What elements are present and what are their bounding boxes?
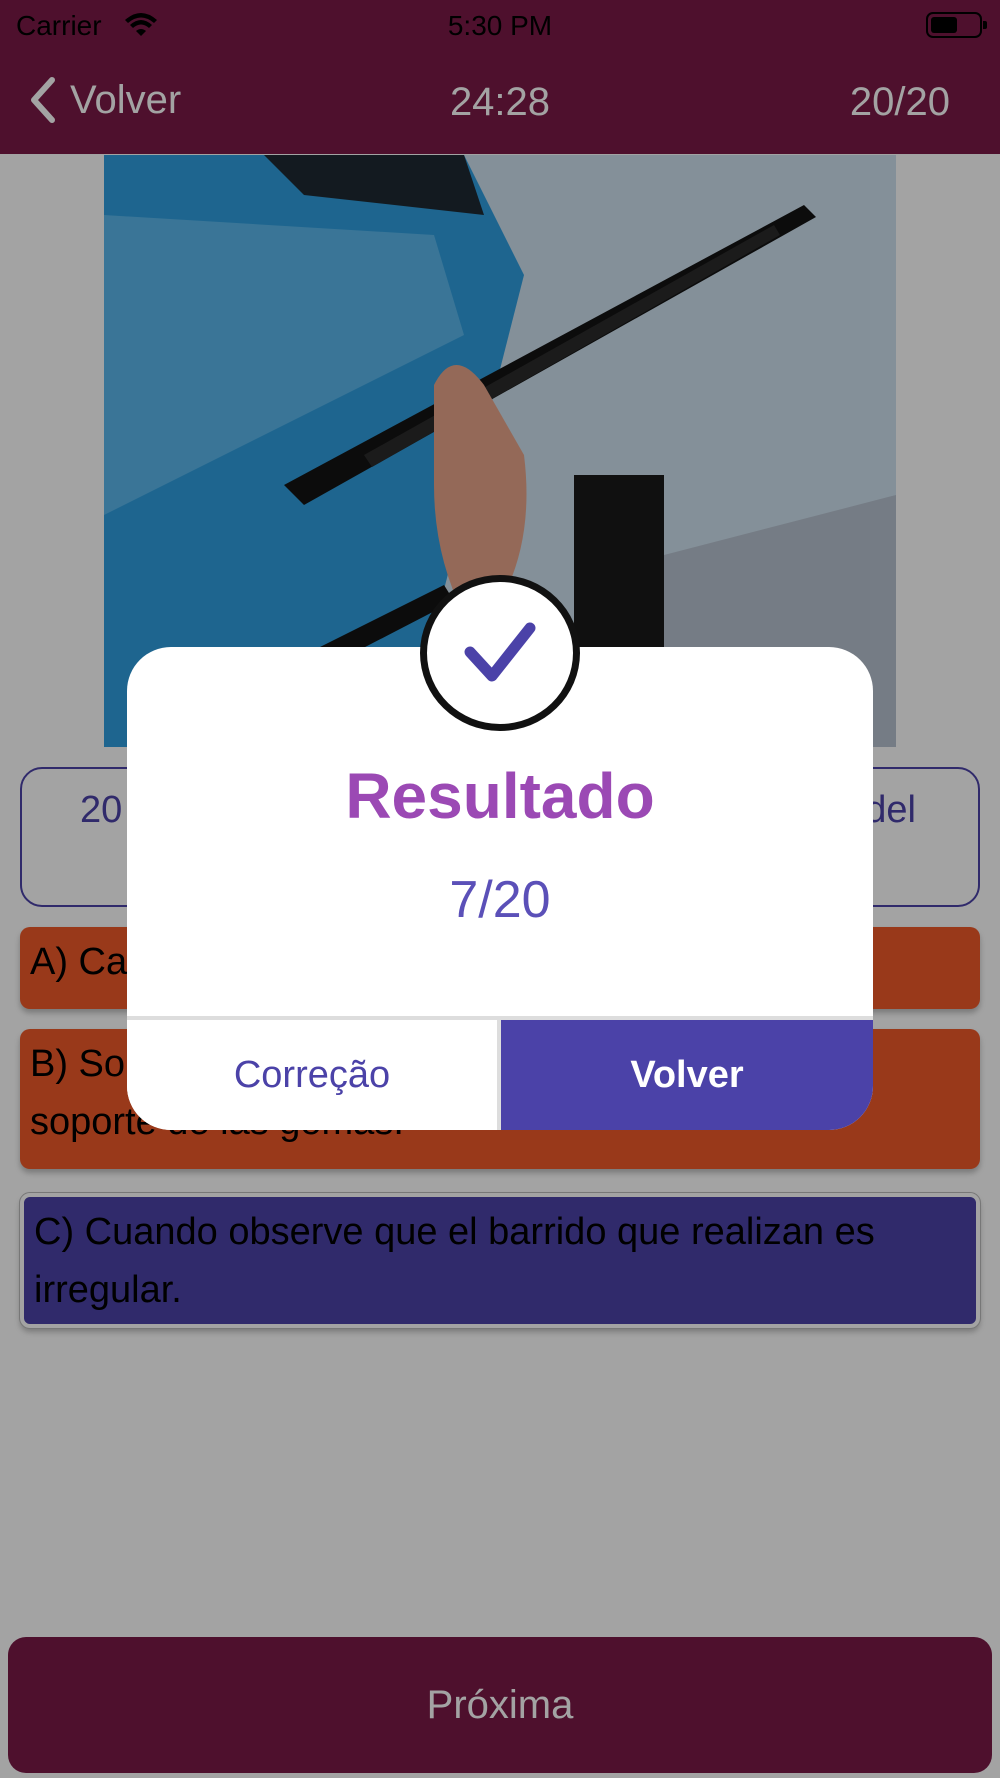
- modal-back-button[interactable]: Volver: [501, 1020, 873, 1130]
- correction-button[interactable]: Correção: [127, 1020, 501, 1130]
- result-title: Resultado: [345, 760, 655, 832]
- checkmark-icon: [464, 622, 536, 682]
- result-score: 7/20: [449, 871, 551, 929]
- modal-back-button-label: Volver: [630, 1053, 744, 1096]
- correction-button-label: Correção: [233, 1053, 391, 1096]
- success-badge: [420, 575, 580, 731]
